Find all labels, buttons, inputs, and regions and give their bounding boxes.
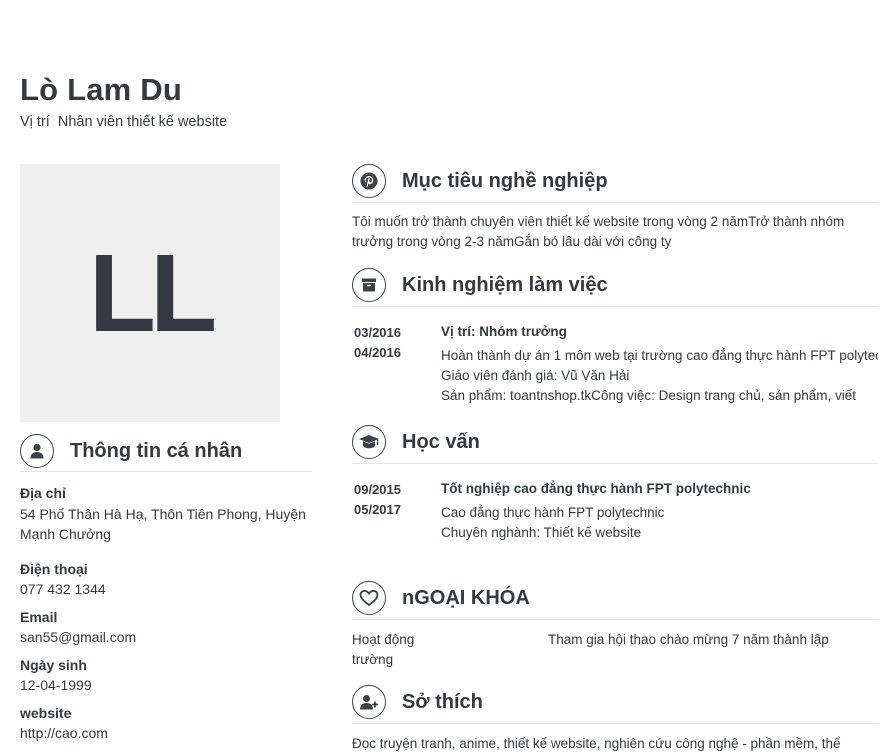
email-label: Email bbox=[20, 609, 58, 625]
personal-info-header: Thông tin cá nhân bbox=[20, 431, 312, 472]
graduation-cap-icon bbox=[352, 425, 386, 459]
avatar-initials: LL bbox=[88, 231, 217, 355]
experience-line-2: Giáo viên đánh giá: Vũ Văn Hải bbox=[441, 368, 630, 383]
personal-info-title: Thông tin cá nhân bbox=[70, 439, 243, 462]
objective-line-2: trưởng trong vòng 2-3 nămGắn bó lâu dài … bbox=[352, 234, 672, 249]
user-plus-icon bbox=[352, 685, 386, 719]
archive-icon bbox=[352, 268, 386, 302]
objective-line-1: Tôi muốn trở thành chuyên viên thiết kế … bbox=[352, 214, 845, 229]
extracurricular-item-line-2: trường bbox=[352, 652, 394, 667]
address-line-2: Mạnh Chưởng bbox=[20, 526, 111, 542]
objective-title: Mục tiêu nghề nghiệp bbox=[402, 169, 608, 192]
extracurricular-item-line-1: Hoạt động bbox=[352, 632, 415, 647]
phone-value: 077 432 1344 bbox=[20, 581, 106, 597]
address-label: Địa chỉ bbox=[20, 485, 66, 501]
email-value: san55@gmail.com bbox=[20, 629, 137, 645]
hobbies-text: Đọc truyện tranh, anime, thiết kế websit… bbox=[352, 736, 841, 751]
website-value: http://cao.com bbox=[20, 725, 108, 741]
avatar: LL bbox=[20, 164, 280, 422]
website-label: website bbox=[20, 705, 72, 721]
objective-header: Mục tiêu nghề nghiệp bbox=[352, 160, 878, 203]
experience-line-1: Hoàn thành dự án 1 môn web tại trường ca… bbox=[441, 348, 878, 363]
education-line-1: Cao đẳng thực hành FPT polytechnic bbox=[441, 505, 665, 520]
dob-label: Ngày sinh bbox=[20, 657, 87, 673]
hobbies-title: Sở thích bbox=[402, 690, 483, 713]
address-line-1: 54 Phố Thân Hà Hạ, Thôn Tiên Phong, Huyệ… bbox=[20, 506, 306, 522]
experience-title: Kinh nghiệm làm việc bbox=[402, 273, 608, 296]
education-degree: Tốt nghiệp cao đẳng thực hành FPT polyte… bbox=[441, 481, 751, 496]
hobbies-text-wrap: Đọc truyện tranh, anime, thiết kế websit… bbox=[352, 734, 878, 754]
education-line-2: Chuyên nghành: Thiết kế website bbox=[441, 525, 642, 540]
resume-name: Lò Lam Du bbox=[20, 72, 182, 107]
dob-value: 12-04-1999 bbox=[20, 677, 92, 693]
experience-details: Hoàn thành dự án 1 môn web tại trường ca… bbox=[441, 346, 878, 406]
extracurricular-title: nGOẠI KHÓA bbox=[402, 586, 530, 609]
experience-header: Kinh nghiệm làm việc bbox=[352, 264, 878, 307]
experience-end-date: 04/2016 bbox=[354, 345, 401, 360]
education-title: Học vấn bbox=[402, 430, 480, 453]
pinterest-icon bbox=[352, 164, 386, 198]
user-icon bbox=[20, 434, 54, 468]
education-start-date: 09/2015 bbox=[354, 482, 401, 497]
experience-start-date: 03/2016 bbox=[354, 325, 401, 340]
position-text: Vị trí Nhân viên thiết kế website bbox=[20, 114, 228, 130]
experience-line-3: Sản phẩm: toantnshop.tkCông việc: Design… bbox=[441, 388, 856, 403]
extracurricular-detail: Tham gia hội thao chào mừng 7 năm thành … bbox=[548, 632, 829, 647]
hobbies-header: Sở thích bbox=[352, 681, 878, 724]
heart-icon bbox=[352, 581, 386, 615]
experience-role: Vị trí: Nhóm trưởng bbox=[441, 324, 567, 339]
extracurricular-header: nGOẠI KHÓA bbox=[352, 577, 878, 620]
phone-label: Điện thoại bbox=[20, 561, 88, 577]
education-end-date: 05/2017 bbox=[354, 502, 401, 517]
education-header: Học vấn bbox=[352, 421, 878, 464]
